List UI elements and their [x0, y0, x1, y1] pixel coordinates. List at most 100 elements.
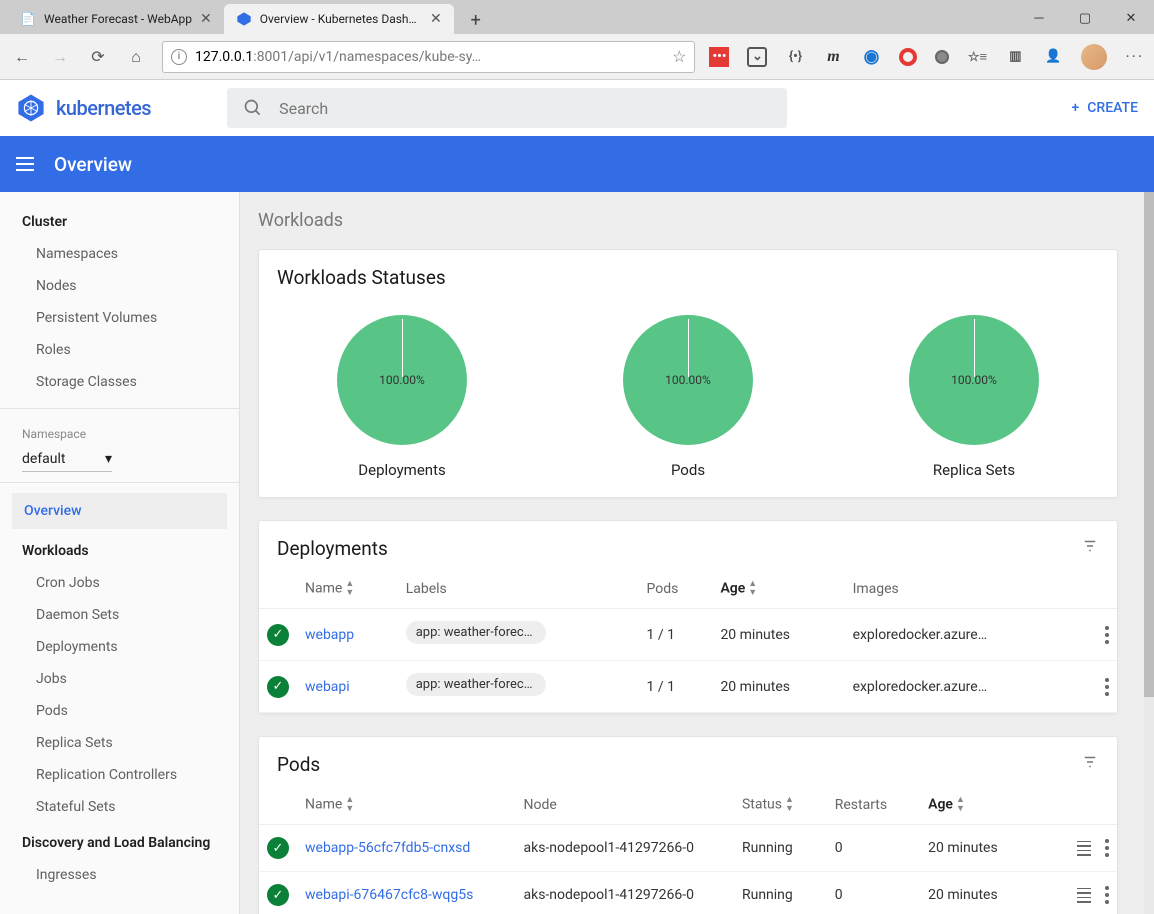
filter-icon[interactable] — [1081, 537, 1099, 560]
status-value: Running — [734, 825, 827, 872]
logs-button[interactable] — [1077, 841, 1091, 856]
sidebar-item-rc[interactable]: Replication Controllers — [0, 759, 239, 791]
col-images[interactable]: Images — [845, 570, 1077, 609]
row-menu-button[interactable] — [1105, 626, 1109, 644]
bookmark-star-icon[interactable]: ☆ — [672, 47, 686, 66]
pods-card: Pods Name▲▼ Node Status▲▼ Restarts Age▲▼… — [258, 736, 1118, 914]
namespace-label: Namespace — [0, 419, 239, 443]
sidebar-section-cluster[interactable]: Cluster — [0, 202, 239, 238]
deployment-link[interactable]: webapp — [297, 609, 398, 661]
user-avatar[interactable] — [1081, 44, 1107, 70]
sidebar-item-ingresses[interactable]: Ingresses — [0, 859, 239, 891]
label-chip[interactable]: app: weather-forecas — [406, 621, 546, 644]
filter-icon[interactable] — [1081, 753, 1099, 776]
tab-close-icon[interactable]: ✕ — [200, 11, 212, 27]
restarts-value: 0 — [827, 825, 920, 872]
search-bar[interactable]: Search — [227, 88, 787, 128]
pie-chart-pods: 100.00% — [623, 315, 753, 445]
table-row: ✓ webapi-676467cfc8-wqg5s aks-nodepool1-… — [259, 872, 1117, 914]
extension-gray-icon[interactable] — [935, 50, 949, 64]
images-value: exploredocker.azure… — [845, 661, 1077, 713]
sidebar-item-namespaces[interactable]: Namespaces — [0, 238, 239, 270]
window-close-button[interactable]: ✕ — [1108, 2, 1154, 34]
favorites-button[interactable]: ☆≡ — [967, 47, 987, 67]
table-row: ✓ webapp app: weather-forecas 1 / 1 20 m… — [259, 609, 1117, 661]
extension-1password-icon[interactable]: ◉ — [861, 47, 881, 67]
card-title-statuses: Workloads Statuses — [259, 250, 1117, 299]
pie-chart-replicasets: 100.00% — [909, 315, 1039, 445]
sidebar-item-replicasets[interactable]: Replica Sets — [0, 727, 239, 759]
vertical-scrollbar[interactable] — [1144, 192, 1154, 914]
row-menu-button[interactable] — [1105, 886, 1109, 904]
kubernetes-logo-icon — [16, 93, 46, 123]
sidebar-item-jobs[interactable]: Jobs — [0, 663, 239, 695]
col-labels[interactable]: Labels — [398, 570, 639, 609]
collections-button[interactable]: ▥ — [1005, 47, 1025, 67]
browser-tab-inactive[interactable]: 📄 Weather Forecast - WebApp ✕ — [8, 4, 224, 34]
browser-menu-button[interactable]: ··· — [1125, 47, 1144, 66]
row-menu-button[interactable] — [1105, 678, 1109, 696]
col-age[interactable]: Age▲▼ — [920, 786, 1037, 825]
refresh-button[interactable]: ⟳ — [86, 45, 110, 69]
pie-percent: 100.00% — [951, 373, 997, 387]
create-button[interactable]: + CREATE — [1071, 100, 1138, 116]
pod-link[interactable]: webapp-56cfc7fdb5-cnxsd — [297, 825, 515, 872]
col-name[interactable]: Name▲▼ — [297, 570, 398, 609]
node-value: aks-nodepool1-41297266-0 — [515, 872, 733, 914]
address-bar[interactable]: i 127.0.0.1:8001/api/v1/namespaces/kube-… — [162, 41, 695, 73]
new-tab-button[interactable]: + — [462, 6, 490, 34]
sidebar-item-storage-classes[interactable]: Storage Classes — [0, 366, 239, 398]
logo-text: kubernetes — [56, 96, 151, 120]
sidebar-item-roles[interactable]: Roles — [0, 334, 239, 366]
sidebar-item-daemonsets[interactable]: Daemon Sets — [0, 599, 239, 631]
deployment-link[interactable]: webapi — [297, 661, 398, 713]
node-value: aks-nodepool1-41297266-0 — [515, 825, 733, 872]
kubernetes-logo[interactable]: kubernetes — [16, 93, 151, 123]
col-pods[interactable]: Pods — [639, 570, 713, 609]
sidebar-item-cronjobs[interactable]: Cron Jobs — [0, 567, 239, 599]
sidebar-item-overview[interactable]: Overview — [12, 493, 227, 529]
deployments-card: Deployments Name▲▼ Labels Pods Age▲▼ Ima… — [258, 520, 1118, 714]
site-info-icon[interactable]: i — [171, 49, 187, 65]
extension-pocket-icon[interactable]: ⌄ — [747, 47, 767, 67]
label-chip[interactable]: app: weather-forecas — [406, 673, 546, 696]
favicon-weather: 📄 — [20, 11, 36, 27]
row-menu-button[interactable] — [1105, 839, 1109, 857]
sidebar-item-statefulsets[interactable]: Stateful Sets — [0, 791, 239, 823]
browser-tab-active[interactable]: Overview - Kubernetes Dashboa ✕ — [224, 4, 454, 34]
extension-m-icon[interactable]: m — [823, 47, 843, 67]
card-title-pods: Pods — [277, 753, 320, 776]
restarts-value: 0 — [827, 872, 920, 914]
col-restarts[interactable]: Restarts — [827, 786, 920, 825]
col-node[interactable]: Node — [515, 786, 733, 825]
namespace-selector[interactable]: default ▾ — [22, 447, 112, 472]
sidebar: Cluster Namespaces Nodes Persistent Volu… — [0, 192, 240, 914]
page-heading: Overview — [54, 153, 132, 176]
profile-icon[interactable]: 👤 — [1043, 47, 1063, 67]
logs-button[interactable] — [1077, 888, 1091, 903]
scrollbar-thumb[interactable] — [1144, 192, 1154, 697]
home-button[interactable]: ⌂ — [124, 45, 148, 69]
extension-lastpass-icon[interactable]: ••• — [709, 47, 729, 67]
menu-toggle-button[interactable] — [16, 157, 34, 171]
pod-link[interactable]: webapi-676467cfc8-wqg5s — [297, 872, 515, 914]
sidebar-item-persistent-volumes[interactable]: Persistent Volumes — [0, 302, 239, 334]
tab-close-icon[interactable]: ✕ — [430, 11, 442, 27]
col-name[interactable]: Name▲▼ — [297, 786, 515, 825]
extension-opera-icon[interactable] — [899, 48, 917, 66]
pods-count: 1 / 1 — [639, 609, 713, 661]
sidebar-section-workloads[interactable]: Workloads — [0, 531, 239, 567]
col-age[interactable]: Age▲▼ — [712, 570, 844, 609]
extension-braces-icon[interactable]: {•} — [785, 47, 805, 67]
pie-percent: 100.00% — [379, 373, 425, 387]
age-value: 20 minutes — [712, 609, 844, 661]
sidebar-section-discovery[interactable]: Discovery and Load Balancing — [0, 823, 239, 859]
back-button[interactable]: ← — [10, 45, 34, 69]
sidebar-item-deployments[interactable]: Deployments — [0, 631, 239, 663]
age-value: 20 minutes — [920, 872, 1037, 914]
col-status[interactable]: Status▲▼ — [734, 786, 827, 825]
window-maximize-button[interactable]: ▢ — [1062, 2, 1108, 34]
sidebar-item-nodes[interactable]: Nodes — [0, 270, 239, 302]
sidebar-item-pods[interactable]: Pods — [0, 695, 239, 727]
window-minimize-button[interactable]: ─ — [1016, 2, 1062, 34]
